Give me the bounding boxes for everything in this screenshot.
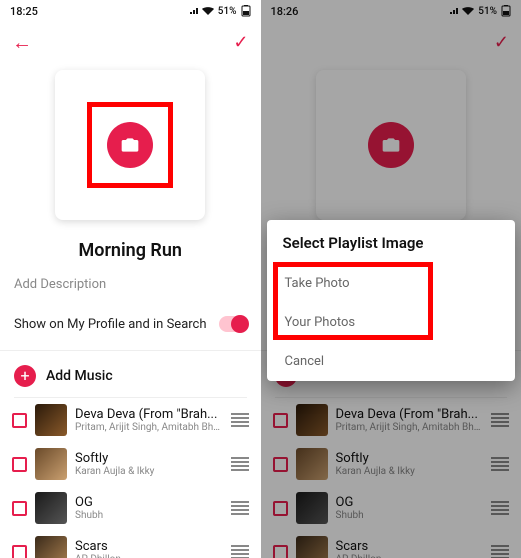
song-checkbox[interactable]: [273, 457, 288, 472]
camera-button[interactable]: [368, 122, 414, 168]
song-checkbox[interactable]: [12, 457, 27, 472]
add-music-row[interactable]: + Add Music: [0, 351, 261, 397]
song-row: SoftlyKaran Aujla & Ikky: [261, 442, 521, 486]
album-art: [296, 404, 328, 436]
song-title: OG: [75, 495, 223, 510]
song-row: SoftlyKaran Aujla & Ikky: [0, 442, 261, 486]
album-art: [35, 536, 67, 558]
song-checkbox[interactable]: [273, 545, 288, 558]
drag-handle-icon[interactable]: [231, 545, 249, 558]
status-time: 18:25: [10, 5, 38, 18]
song-title: OG: [336, 495, 484, 510]
song-list: Deva Deva (From "Brah...Pritam, Arijit S…: [0, 398, 261, 558]
song-artist: AP Dhillon: [336, 554, 484, 558]
drag-handle-icon[interactable]: [491, 545, 509, 558]
song-artist: AP Dhillon: [75, 554, 223, 558]
song-checkbox[interactable]: [273, 501, 288, 516]
cover-image-card[interactable]: [316, 70, 466, 220]
status-bar: 18:25 51%: [0, 0, 261, 22]
signal-icons: [450, 7, 474, 15]
song-title: Scars: [75, 539, 223, 554]
song-list: Deva Deva (From "Brah...Pritam, Arijit S…: [261, 398, 521, 558]
drag-handle-icon[interactable]: [491, 413, 509, 427]
song-artist: Shubh: [336, 510, 484, 521]
status-battery: 51%: [478, 6, 497, 17]
song-artist: Karan Aujla & Ikky: [75, 466, 223, 477]
song-checkbox[interactable]: [12, 545, 27, 558]
playlist-title[interactable]: Morning Run: [0, 234, 261, 277]
drag-handle-icon[interactable]: [231, 501, 249, 515]
album-art: [35, 448, 67, 480]
album-art: [35, 404, 67, 436]
add-music-label: Add Music: [46, 368, 113, 384]
song-row: ScarsAP Dhillon: [261, 530, 521, 558]
divider: [275, 397, 508, 398]
signal-icons: [190, 7, 214, 15]
song-artist: Pritam, Arijit Singh, Amitabh Bha...: [75, 422, 223, 433]
annotation-highlight: [87, 102, 173, 188]
annotation-highlight: [273, 262, 433, 340]
song-row: Deva Deva (From "Brah...Pritam, Arijit S…: [0, 398, 261, 442]
top-bar: ← ✓: [0, 22, 261, 62]
song-artist: Pritam, Arijit Singh, Amitabh Bha...: [336, 422, 484, 433]
song-row: ScarsAP Dhillon: [0, 530, 261, 558]
camera-icon: [381, 135, 401, 155]
confirm-button[interactable]: ✓: [233, 32, 248, 53]
battery-icon: [241, 5, 251, 17]
confirm-button[interactable]: ✓: [494, 32, 509, 53]
visibility-toggle[interactable]: [219, 316, 247, 332]
song-title: Deva Deva (From "Brah...: [336, 407, 484, 422]
album-art: [296, 536, 328, 558]
song-checkbox[interactable]: [273, 413, 288, 428]
top-bar: ✓: [261, 22, 521, 62]
drag-handle-icon[interactable]: [491, 457, 509, 471]
drag-handle-icon[interactable]: [231, 413, 249, 427]
toggle-label: Show on My Profile and in Search: [14, 317, 207, 332]
song-checkbox[interactable]: [12, 501, 27, 516]
select-image-dialog: Select Playlist Image Take Photo Your Ph…: [267, 220, 516, 381]
cover-image-card[interactable]: [55, 70, 205, 220]
back-button[interactable]: ←: [12, 30, 32, 55]
dialog-option-cancel[interactable]: Cancel: [267, 342, 516, 381]
status-battery: 51%: [218, 6, 237, 17]
song-title: Deva Deva (From "Brah...: [75, 407, 223, 422]
song-title: Softly: [336, 451, 484, 466]
drag-handle-icon[interactable]: [491, 501, 509, 515]
status-time: 18:26: [271, 5, 299, 18]
song-artist: Karan Aujla & Ikky: [336, 466, 484, 477]
dialog-title: Select Playlist Image: [267, 220, 516, 264]
plus-icon: +: [14, 365, 36, 387]
screen-edit-playlist: 18:25 51% ← ✓ Morning Run Add De: [0, 0, 261, 558]
status-bar: 18:26 51%: [261, 0, 521, 22]
song-row: OGShubh: [261, 486, 521, 530]
song-title: Softly: [75, 451, 223, 466]
song-checkbox[interactable]: [12, 413, 27, 428]
song-title: Scars: [336, 539, 484, 554]
album-art: [296, 492, 328, 524]
song-row: Deva Deva (From "Brah...Pritam, Arijit S…: [261, 398, 521, 442]
song-row: OGShubh: [0, 486, 261, 530]
playlist-description-field[interactable]: Add Description: [0, 277, 261, 308]
album-art: [35, 492, 67, 524]
album-art: [296, 448, 328, 480]
screen-select-image-dialog: 18:26 51% ✓ Morning Run Add Description: [261, 0, 521, 558]
song-artist: Shubh: [75, 510, 223, 521]
drag-handle-icon[interactable]: [231, 457, 249, 471]
battery-icon: [501, 5, 511, 17]
